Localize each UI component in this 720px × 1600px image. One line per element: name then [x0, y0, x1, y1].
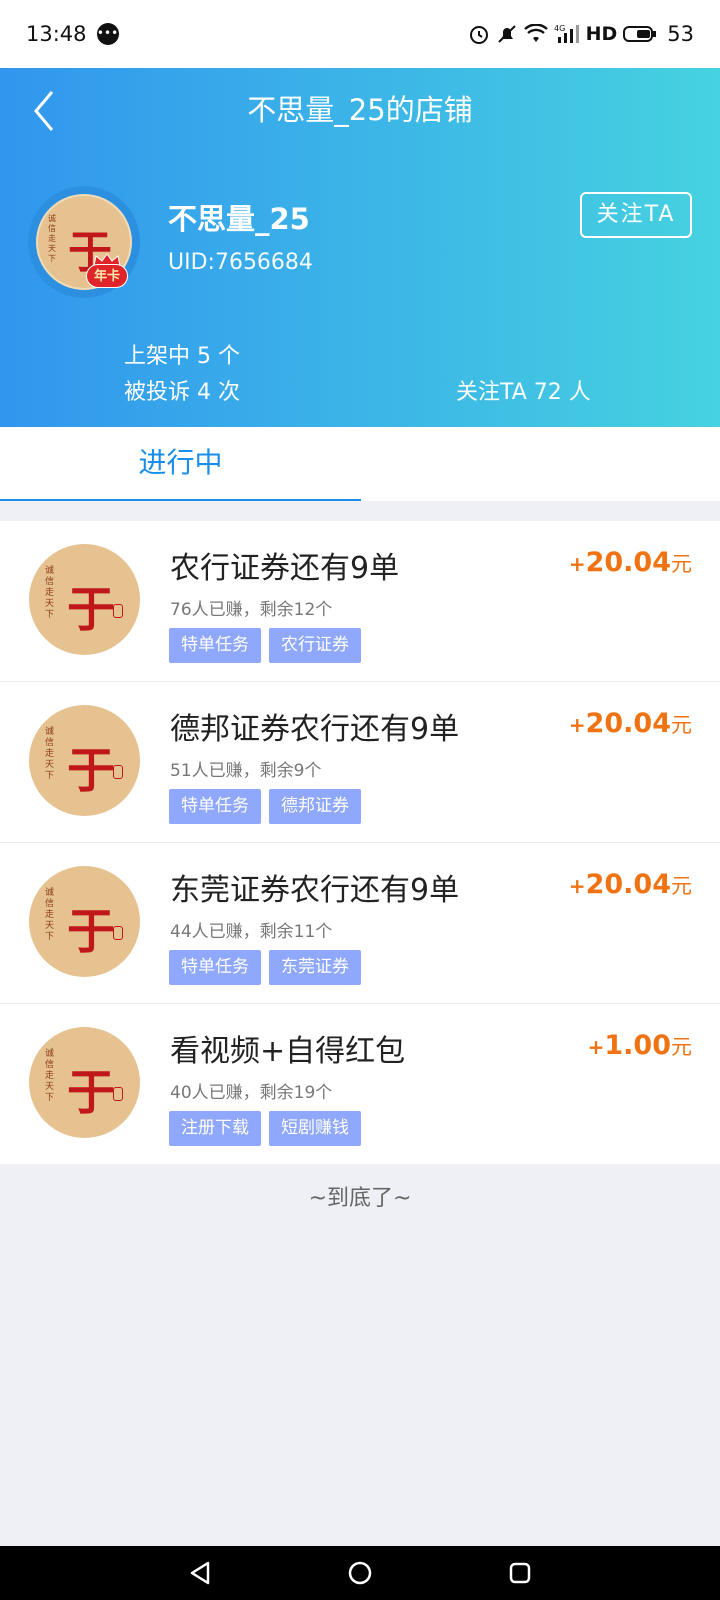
network-type: HD	[585, 23, 618, 45]
avatar-side-text: 诚信走天下	[45, 566, 55, 620]
reward-amount: 20.04	[585, 547, 671, 578]
list-item[interactable]: 诚信走天下 于 德邦证券农行还有9单 51人已赚，剩余9个 特单任务 德邦证券 …	[0, 682, 720, 843]
task-tag: 注册下载	[169, 1111, 261, 1146]
svg-text:4G: 4G	[554, 24, 565, 33]
signal-4g-icon: 4G	[554, 24, 579, 43]
shop-avatar[interactable]: 诚信走天下 于 年卡	[28, 186, 140, 298]
nav-recents-button[interactable]	[490, 1546, 550, 1600]
task-avatar: 诚信走天下 于	[29, 1027, 140, 1138]
status-bar: 13:48 ••• 4G HD 53	[0, 0, 720, 68]
task-meta: 51人已赚，剩余9个	[170, 761, 322, 781]
reward-amount: 1.00	[604, 1030, 671, 1061]
tab-bar: 进行中	[0, 427, 720, 501]
task-title: 看视频+自得红包	[170, 1034, 406, 1069]
seal-icon	[113, 926, 123, 940]
avatar-side-text: 诚信走天下	[45, 888, 55, 942]
shop-name: 不思量_25	[168, 202, 310, 236]
nav-home-button[interactable]	[330, 1546, 390, 1600]
task-title: 农行证券还有9单	[170, 551, 400, 586]
task-avatar: 诚信走天下 于	[29, 544, 140, 655]
reward-amount: 20.04	[585, 869, 671, 900]
reward-unit: 元	[671, 552, 692, 576]
task-reward: +1.00元	[588, 1030, 692, 1061]
reward-amount: 20.04	[585, 708, 671, 739]
task-tag: 特单任务	[169, 628, 261, 663]
end-of-list-text: ~到底了~	[308, 1186, 412, 1211]
avatar-glyph: 于	[67, 1065, 116, 1121]
avatar-side-text: 诚信走天下	[45, 1049, 55, 1103]
task-tag: 东莞证券	[269, 950, 361, 985]
reward-plus: +	[587, 1035, 605, 1059]
chat-bubble-icon: •••	[96, 23, 119, 45]
task-tag: 短剧赚钱	[269, 1111, 361, 1146]
task-tags: 特单任务 德邦证券	[169, 789, 361, 824]
seal-icon	[113, 1087, 123, 1101]
task-tags: 注册下载 短剧赚钱	[169, 1111, 361, 1146]
task-avatar: 诚信走天下 于	[29, 705, 140, 816]
reward-unit: 元	[671, 713, 692, 737]
recents-square-icon	[509, 1562, 531, 1584]
reward-plus: +	[568, 874, 586, 898]
avatar-glyph: 于	[67, 582, 116, 638]
battery-icon	[623, 26, 657, 42]
status-time: 13:48	[26, 22, 87, 46]
follow-button[interactable]: 关注TA	[580, 192, 692, 238]
task-reward: +20.04元	[569, 869, 692, 900]
task-tag: 德邦证券	[269, 789, 361, 824]
avatar-side-text: 诚信走天下	[45, 727, 55, 781]
task-tags: 特单任务 东莞证券	[169, 950, 361, 985]
tab-in-progress[interactable]: 进行中	[0, 427, 361, 501]
alarm-icon	[469, 26, 488, 44]
listing-count: 上架中 5 个	[124, 344, 240, 369]
list-item[interactable]: 诚信走天下 于 东莞证券农行还有9单 44人已赚，剩余11个 特单任务 东莞证券…	[0, 843, 720, 1004]
tab-active-indicator	[0, 499, 361, 501]
wifi-icon	[523, 24, 548, 42]
shop-uid: UID:7656684	[168, 250, 313, 275]
avatar-image: 诚信走天下 于 年卡	[36, 194, 132, 290]
back-triangle-icon	[190, 1561, 210, 1585]
reward-unit: 元	[671, 874, 692, 898]
task-meta: 44人已赚，剩余11个	[170, 922, 333, 942]
home-circle-icon	[348, 1561, 372, 1585]
seal-icon	[113, 765, 123, 779]
reward-plus: +	[568, 713, 586, 737]
task-meta: 76人已赚，剩余12个	[170, 600, 333, 620]
reward-plus: +	[568, 552, 586, 576]
task-meta: 40人已赚，剩余19个	[170, 1083, 333, 1103]
vip-badge: 年卡	[86, 254, 128, 288]
shop-header: 不思量_25的店铺 诚信走天下 于 年卡 不思量_25 UID:7656684 …	[0, 68, 720, 427]
avatar-glyph: 于	[67, 904, 116, 960]
task-title: 东莞证券农行还有9单	[170, 873, 460, 908]
task-tags: 特单任务 农行证券	[169, 628, 361, 663]
avatar-glyph: 于	[67, 743, 116, 799]
system-nav-bar	[0, 1546, 720, 1600]
complaint-count: 被投诉 4 次	[124, 380, 240, 405]
nav-back-button[interactable]	[170, 1546, 230, 1600]
task-reward: +20.04元	[569, 708, 692, 739]
status-time-group: 13:48 •••	[26, 22, 119, 46]
mute-bell-icon	[497, 25, 516, 43]
vip-badge-label: 年卡	[86, 264, 128, 288]
task-tag: 农行证券	[269, 628, 361, 663]
task-avatar: 诚信走天下 于	[29, 866, 140, 977]
battery-level: 53	[667, 22, 694, 46]
status-icons: 4G HD 53	[468, 22, 694, 46]
task-tag: 特单任务	[169, 789, 261, 824]
page-title: 不思量_25的店铺	[247, 93, 473, 127]
task-tag: 特单任务	[169, 950, 261, 985]
task-reward: +20.04元	[569, 547, 692, 578]
task-list: 诚信走天下 于 农行证券还有9单 76人已赚，剩余12个 特单任务 农行证券 +…	[0, 521, 720, 1164]
avatar-side-text: 诚信走天下	[48, 214, 56, 263]
list-item[interactable]: 诚信走天下 于 农行证券还有9单 76人已赚，剩余12个 特单任务 农行证券 +…	[0, 521, 720, 682]
seal-icon	[113, 604, 123, 618]
reward-unit: 元	[671, 1035, 692, 1059]
follower-count: 关注TA 72 人	[456, 380, 591, 405]
task-title: 德邦证券农行还有9单	[170, 712, 460, 747]
list-item[interactable]: 诚信走天下 于 看视频+自得红包 40人已赚，剩余19个 注册下载 短剧赚钱 +…	[0, 1004, 720, 1164]
